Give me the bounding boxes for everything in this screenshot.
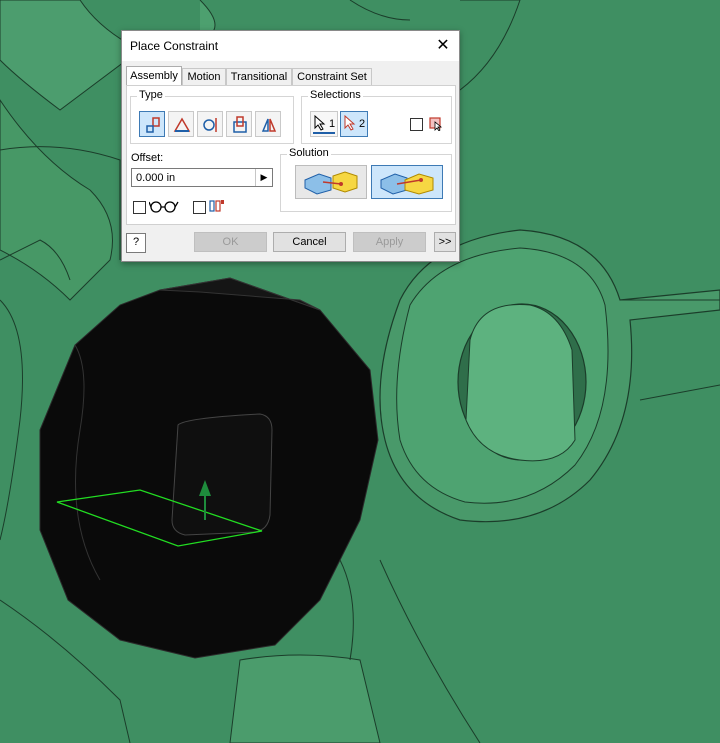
component-face-edge	[171, 413, 273, 536]
symmetry-icon	[261, 118, 277, 132]
selection-1-number: 1	[329, 118, 336, 130]
dialog-titlebar[interactable]: Place Constraint ✕	[122, 31, 459, 61]
selections-label: Selections	[308, 89, 363, 101]
insert-icon	[233, 116, 247, 133]
type-label: Type	[137, 89, 165, 101]
offset-input[interactable]: 0.000 in ▶	[131, 168, 273, 187]
dialog-title: Place Constraint	[130, 39, 219, 53]
tab-constraint-set[interactable]: Constraint Set	[292, 68, 372, 86]
mate-icon	[146, 117, 160, 133]
predict-offset-checkbox[interactable]	[193, 201, 206, 214]
tab-motion[interactable]: Motion	[182, 68, 226, 86]
selection-2-button[interactable]: 2	[340, 111, 368, 137]
select-cursor-icon	[344, 115, 356, 131]
tab-assembly[interactable]: Assembly	[126, 66, 182, 87]
type-group: Type	[130, 89, 294, 144]
hole-inner-wall	[465, 303, 576, 462]
selections-group: Selections 1 2	[301, 89, 452, 144]
cancel-button[interactable]: Cancel	[273, 232, 346, 252]
insert-button[interactable]	[226, 111, 252, 137]
show-preview-checkbox[interactable]	[133, 201, 146, 214]
more-button[interactable]: >>	[434, 232, 456, 252]
help-icon[interactable]: ?	[126, 233, 146, 253]
pick-part-first-icon	[429, 117, 443, 131]
ok-button[interactable]: OK	[194, 232, 267, 252]
close-icon[interactable]: ✕	[433, 36, 453, 56]
select-cursor-icon	[314, 115, 326, 131]
mate-button[interactable]	[139, 111, 165, 137]
tab-transitional[interactable]: Transitional	[226, 68, 292, 86]
chevron-right-icon[interactable]: ▶	[255, 169, 272, 186]
apply-button[interactable]: Apply	[353, 232, 426, 252]
preview-icon	[149, 201, 179, 213]
mate-solution-icon	[304, 171, 358, 195]
selection-1-indicator	[313, 132, 335, 134]
flush-solution-icon	[380, 173, 434, 195]
part-edge	[229, 654, 381, 743]
pick-part-first-checkbox[interactable]	[410, 118, 423, 131]
offset-value: 0.000 in	[136, 172, 176, 184]
solution-group: Solution	[280, 147, 452, 212]
tangent-button[interactable]	[197, 111, 223, 137]
offset-label: Offset:	[131, 152, 164, 164]
symmetry-button[interactable]	[255, 111, 281, 137]
mate-solution-button[interactable]	[295, 165, 367, 199]
tangent-icon	[203, 118, 217, 132]
flush-solution-button[interactable]	[371, 165, 443, 199]
predict-offset-icon	[209, 200, 224, 212]
solution-label: Solution	[287, 147, 331, 159]
angle-icon	[173, 117, 191, 132]
selection-1-button[interactable]: 1	[310, 111, 338, 137]
assembly-panel: Type Selections 1 2 Offset: 0.000 in ▶ S…	[126, 85, 456, 225]
selection-2-number: 2	[359, 118, 366, 130]
angle-button[interactable]	[168, 111, 194, 137]
place-constraint-dialog: Place Constraint ✕ Assembly Motion Trans…	[121, 30, 460, 262]
